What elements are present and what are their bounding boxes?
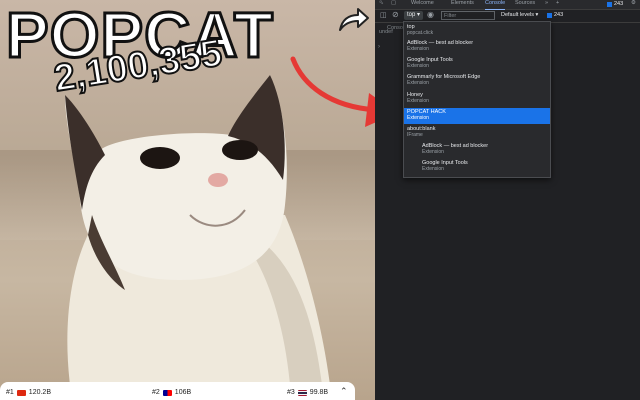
devtools-panel: ⬁ ▢ Welcome Elements Console Sources » +…: [375, 0, 640, 400]
context-select[interactable]: top ▾: [404, 11, 424, 20]
popcat-game-area[interactable]: POPCAT 2,100,355 #1 120.2B #2 106B #3 99…: [0, 0, 375, 400]
issues-count-top: 243: [614, 1, 624, 7]
filter-input[interactable]: Filter: [441, 11, 495, 20]
context-option-subtitle: Extension: [407, 80, 429, 86]
inspect-icon[interactable]: ⬁: [379, 0, 384, 9]
issues-counter-top[interactable]: 243: [607, 0, 623, 9]
issues-icon: [607, 2, 612, 7]
red-pointer-arrow-icon: [290, 56, 375, 127]
issues-count: 243: [554, 12, 564, 18]
cat-eye-right: [222, 140, 258, 160]
context-option[interactable]: AdBlock — best ad blocker Extension: [404, 142, 550, 158]
device-toolbar-icon[interactable]: ▢: [391, 0, 396, 9]
clear-console-icon[interactable]: ⊘: [392, 10, 399, 19]
devtools-tab-bar: ⬁ ▢ Welcome Elements Console Sources » +…: [375, 0, 640, 10]
tab-sources[interactable]: Sources: [515, 0, 535, 9]
tab-elements[interactable]: Elements: [451, 0, 474, 9]
context-value: top: [407, 12, 416, 18]
rank-label: #3: [287, 389, 295, 396]
leaderboard-entry-3: #3 99.8B: [287, 389, 328, 396]
chevron-up-icon[interactable]: ⌃: [340, 386, 348, 397]
share-arrow-icon: [339, 8, 369, 31]
live-expression-eye-icon[interactable]: ◉: [427, 10, 434, 19]
log-levels-dropdown[interactable]: Default levels ▾: [501, 11, 538, 20]
context-option-subtitle: Extension: [407, 63, 429, 69]
settings-icon[interactable]: ⚙: [631, 0, 636, 9]
context-option-subtitle: popcat.click: [407, 30, 434, 36]
issues-icon: [547, 12, 552, 18]
cat-eye-left: [140, 147, 180, 169]
context-option-subtitle: IFrame: [407, 132, 423, 138]
rank-value: 120.2B: [28, 389, 51, 396]
more-tabs-icon[interactable]: »: [545, 0, 548, 9]
context-dropdown-menu: top popcat.click AdBlock — best ad blocker…: [403, 21, 551, 178]
issues-counter[interactable]: 243: [547, 12, 563, 18]
levels-label: Default levels: [501, 12, 535, 18]
tab-console[interactable]: Console: [485, 0, 506, 10]
context-option-subtitle: Extension: [407, 115, 429, 121]
context-option[interactable]: Google Input Tools Extension: [404, 159, 550, 175]
leaderboard-entry-1: #1 120.2B: [6, 389, 51, 396]
context-option[interactable]: AdBlock — best ad blocker Extension: [404, 39, 550, 55]
context-option[interactable]: POPCAT HACK Extension: [404, 108, 550, 124]
rank-label: #1: [6, 389, 14, 396]
context-option[interactable]: about:blank IFrame: [404, 125, 550, 141]
cat-nose: [208, 173, 228, 187]
sidebar-toggle-icon[interactable]: ◫: [380, 11, 387, 19]
context-option-subtitle: Extension: [422, 166, 444, 172]
tab-welcome[interactable]: Welcome: [411, 0, 434, 9]
leaderboard-bar[interactable]: #1 120.2B #2 106B #3 99.8B ⌃: [0, 382, 355, 400]
context-option-subtitle: Extension: [422, 149, 444, 155]
context-option-subtitle: Extension: [407, 46, 429, 52]
filter-placeholder: Filter: [444, 13, 457, 19]
add-tab-icon[interactable]: +: [556, 0, 559, 9]
flag-thailand-icon: [297, 389, 307, 396]
context-option-subtitle: Extension: [407, 98, 429, 104]
context-option[interactable]: top popcat.click: [404, 23, 550, 39]
leaderboard-entry-2: #2 106B: [152, 389, 191, 396]
context-option[interactable]: Honey Extension: [404, 91, 550, 107]
flag-taiwan-icon: [162, 389, 172, 396]
rank-value: 99.8B: [309, 389, 329, 396]
context-option[interactable]: Grammarly for Microsoft Edge Extension: [404, 73, 550, 89]
rank-label: #2: [152, 389, 160, 396]
rank-value: 106B: [174, 389, 192, 396]
console-prompt-icon[interactable]: ›: [378, 44, 380, 50]
context-option[interactable]: Google Input Tools Extension: [404, 56, 550, 72]
flag-hong-kong-icon: [16, 389, 26, 396]
